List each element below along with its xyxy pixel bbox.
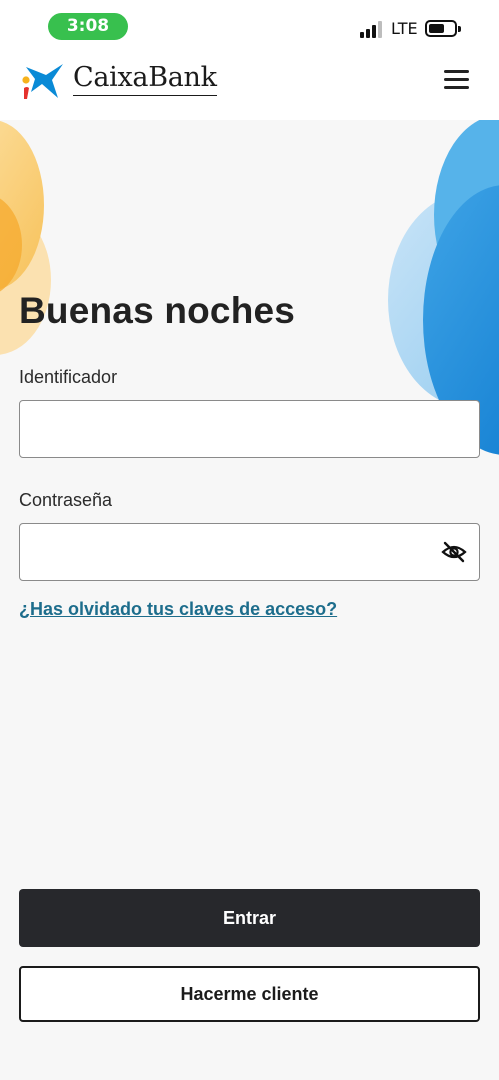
login-button[interactable]: Entrar: [19, 889, 480, 947]
app-header: CaixaBank: [0, 52, 499, 120]
become-client-button[interactable]: Hacerme cliente: [19, 966, 480, 1022]
caixabank-star-icon: [22, 64, 63, 99]
brand-logo[interactable]: CaixaBank: [18, 58, 217, 104]
forgot-credentials-link[interactable]: ¿Has olvidado tus claves de acceso?: [19, 599, 337, 620]
signal-icon: [360, 20, 384, 38]
password-field: [19, 523, 480, 581]
password-label: Contraseña: [19, 490, 113, 510]
network-type: LTE: [391, 19, 418, 38]
brand-name: CaixaBank: [73, 62, 217, 96]
greeting-title: Buenas noches: [19, 290, 296, 331]
status-time: 3:08: [48, 13, 128, 40]
identifier-label: Identificador: [19, 367, 118, 387]
eye-slash-icon[interactable]: [441, 540, 467, 564]
password-input[interactable]: [20, 524, 479, 580]
status-bar: 3:08 LTE: [0, 0, 499, 52]
login-screen: 3:08 LTE CaixaBank Buenas noches Identif…: [0, 0, 499, 1080]
identifier-input[interactable]: [20, 401, 479, 457]
battery-icon: [425, 20, 461, 37]
identifier-field: [19, 400, 480, 458]
hamburger-menu-icon[interactable]: [444, 68, 470, 90]
